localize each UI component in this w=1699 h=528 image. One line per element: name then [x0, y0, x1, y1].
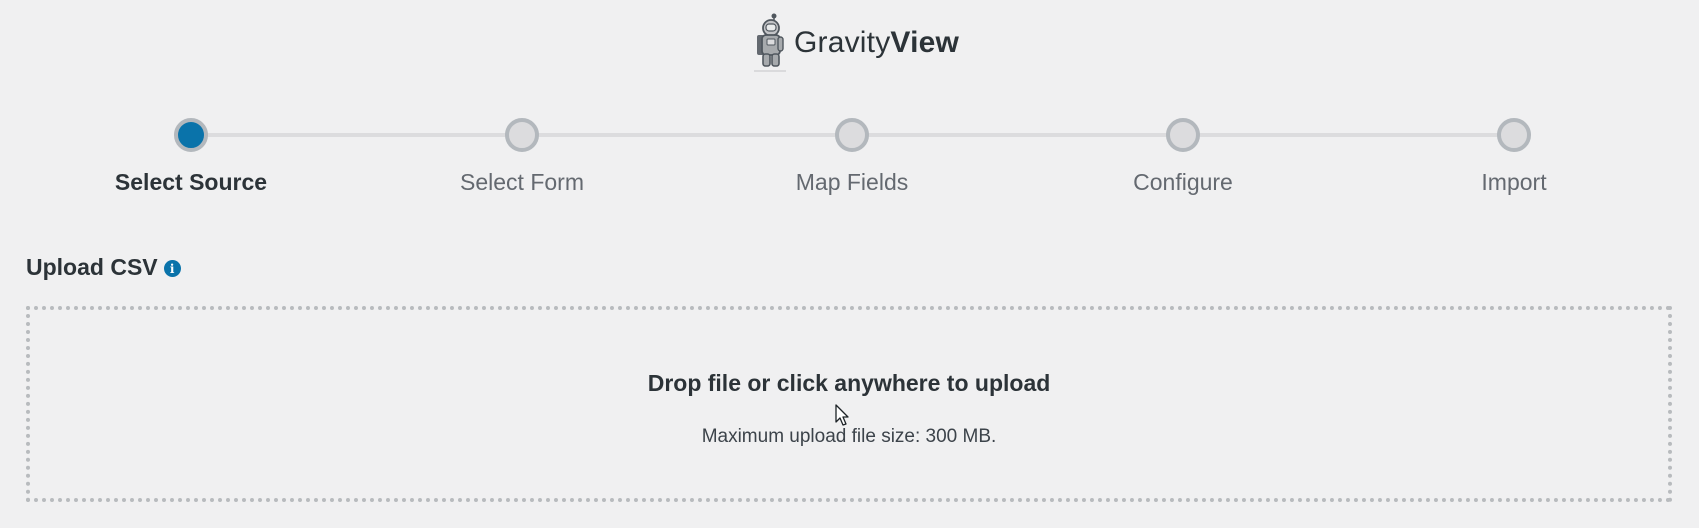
astronaut-logo-icon: [754, 13, 786, 72]
upload-csv-heading: Upload CSV i: [26, 254, 181, 281]
step-label: Select Source: [114, 169, 268, 195]
step-label: Configure: [1133, 169, 1233, 195]
brand-name: GravityView: [794, 26, 959, 58]
step-indicator: [505, 118, 539, 152]
info-icon[interactable]: i: [163, 260, 181, 277]
gravityview-logo: GravityView: [752, 10, 959, 74]
step-import: Import: [1394, 116, 1634, 196]
dropzone-title: Drop file or click anywhere to upload: [647, 370, 1051, 396]
step-label: Map Fields: [795, 169, 909, 195]
import-steps: Select Source Select Form Map Fields Con…: [0, 116, 1699, 206]
step-indicator: [1166, 118, 1200, 152]
brand-name-bold: View: [890, 26, 960, 59]
step-label: Select Form: [460, 169, 584, 195]
step-configure: Configure: [1063, 116, 1303, 196]
mouse-pointer-icon: [835, 404, 849, 426]
brand-name-light: Gravity: [794, 26, 891, 59]
step-label: Import: [1481, 169, 1547, 195]
step-map-fields: Map Fields: [732, 116, 972, 196]
dropzone-max-size: Maximum upload file size: 300 MB.: [701, 426, 997, 447]
import-wizard-page: GravityView Select Source Select Form Ma…: [0, 0, 1699, 528]
upload-csv-title: Upload CSV: [26, 254, 158, 280]
step-select-source: Select Source: [71, 116, 311, 196]
step-indicator: [835, 118, 869, 152]
step-indicator: [1497, 118, 1531, 152]
step-indicator-active: [174, 118, 208, 152]
step-select-form: Select Form: [402, 116, 642, 196]
